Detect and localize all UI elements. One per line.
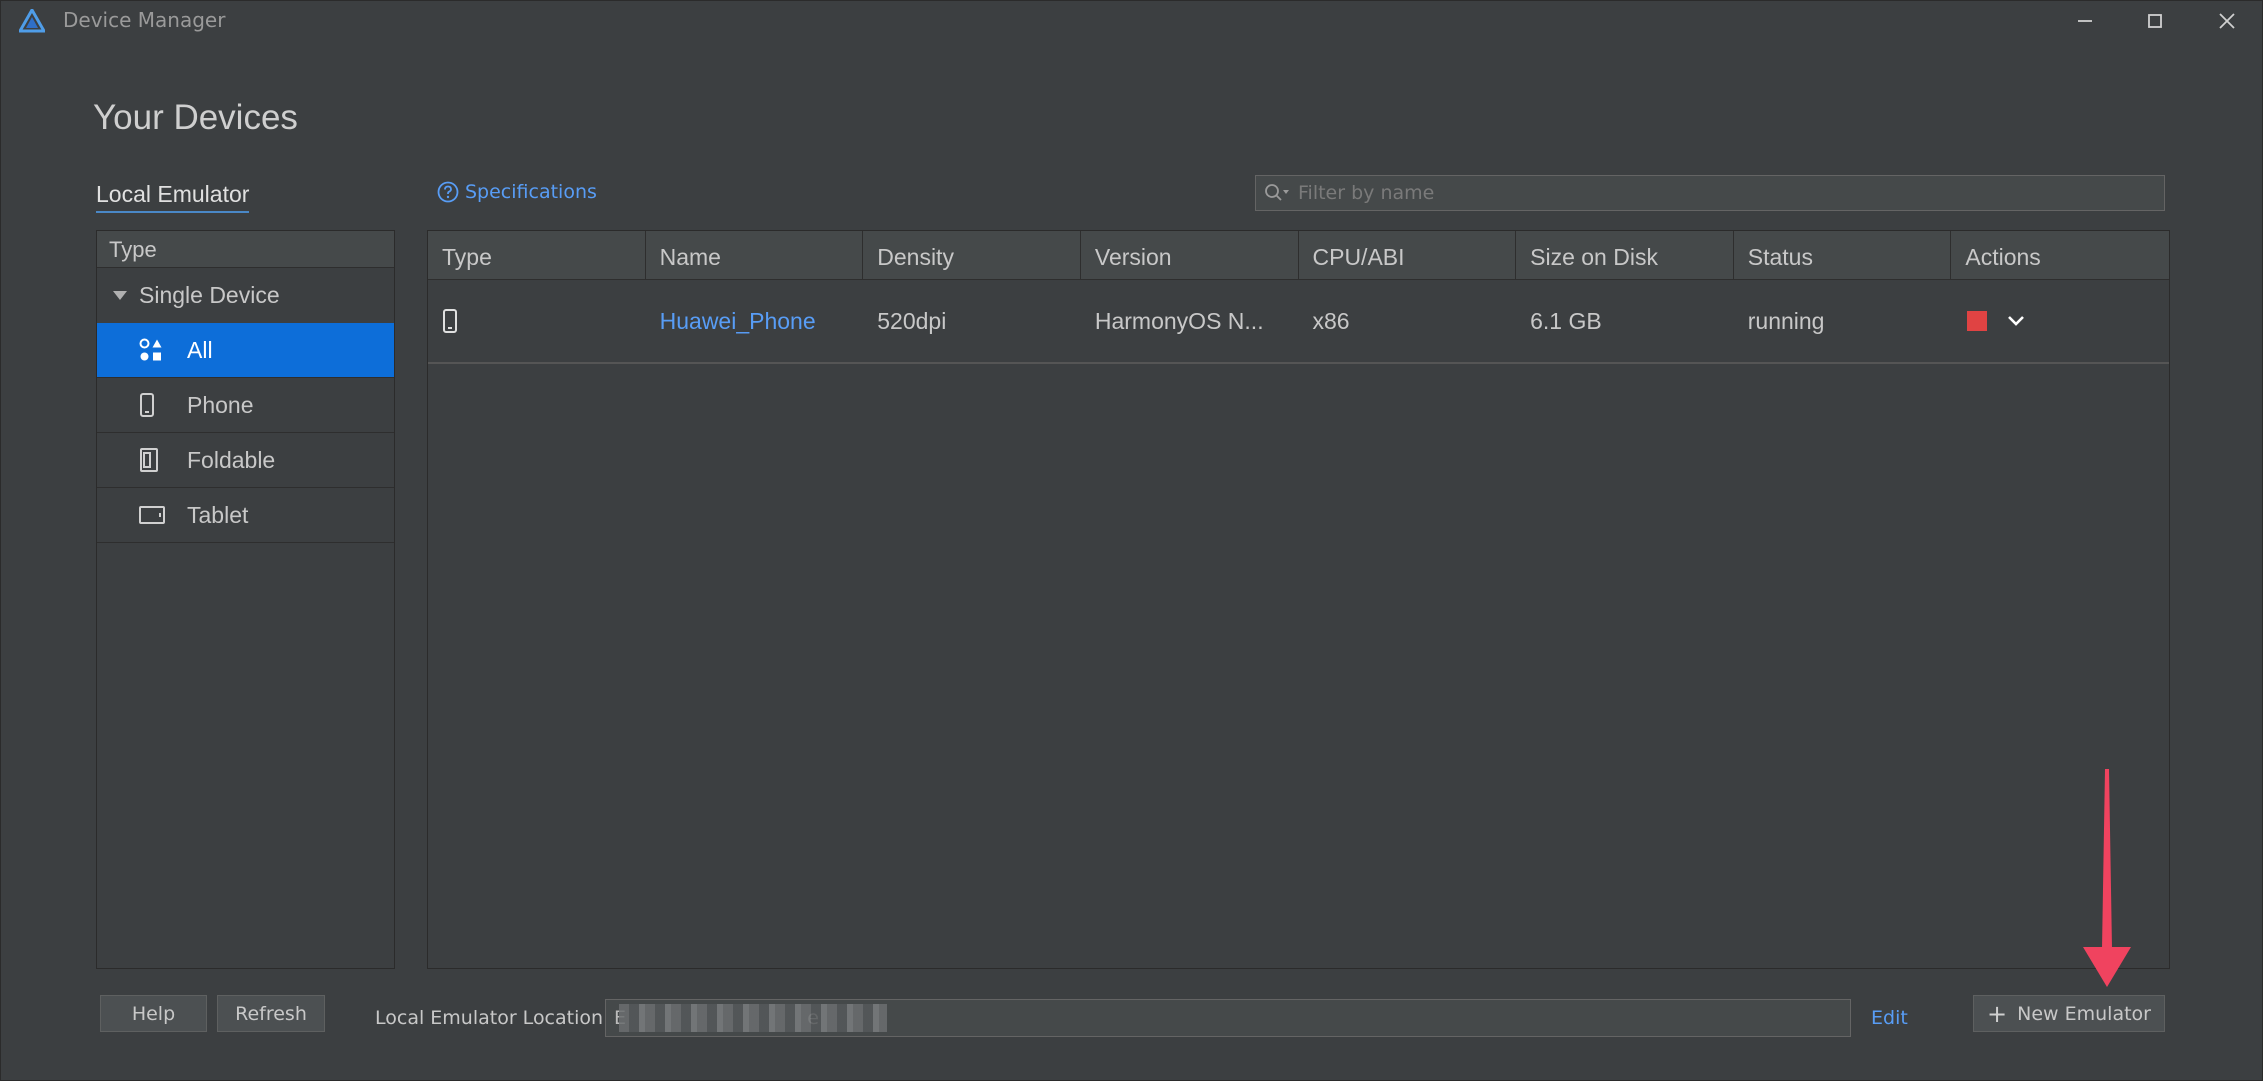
sidebar-item-label: All (187, 336, 213, 363)
emulator-location-label: Local Emulator Location: (375, 1007, 610, 1029)
close-button[interactable] (2193, 1, 2261, 41)
row-type-cell (428, 280, 646, 362)
column-header-size[interactable]: Size on Disk (1516, 231, 1734, 279)
minimize-icon (2078, 20, 2092, 22)
close-icon (2219, 13, 2235, 29)
maximize-button[interactable] (2121, 1, 2189, 41)
sidebar-item-all[interactable]: All (97, 323, 394, 378)
size-cell: 6.1 GB (1530, 307, 1602, 334)
sidebar-item-label: Phone (187, 391, 254, 418)
help-button[interactable]: Help (100, 995, 207, 1032)
new-emulator-button[interactable]: + New Emulator (1973, 995, 2165, 1032)
stop-icon[interactable] (1967, 311, 1988, 331)
sidebar-item-label: Tablet (187, 501, 249, 528)
sidebar-item-tablet[interactable]: Tablet (97, 488, 394, 543)
app-logo-icon (19, 9, 45, 33)
phone-icon (139, 393, 187, 417)
refresh-button[interactable]: Refresh (217, 995, 325, 1032)
help-circle-icon (437, 181, 459, 203)
specifications-label: Specifications (465, 181, 597, 203)
column-header-name[interactable]: Name (646, 231, 864, 279)
density-cell: 520dpi (877, 307, 947, 334)
plus-icon: + (1987, 999, 2008, 1028)
column-header-density[interactable]: Density (863, 231, 1081, 279)
sidebar-item-phone[interactable]: Phone (97, 378, 394, 433)
maximize-icon (2148, 14, 2162, 28)
column-header-type[interactable]: Type (428, 231, 646, 279)
single-device-group[interactable]: Single Device (97, 268, 394, 323)
status-cell: running (1747, 307, 1825, 334)
specifications-link[interactable]: Specifications (437, 181, 597, 203)
type-header: Type (97, 231, 394, 268)
new-emulator-label: New Emulator (2017, 1002, 2151, 1025)
table-row[interactable]: Huawei_Phone 520dpi HarmonyOS N... x86 6… (428, 280, 2169, 364)
column-header-cpu[interactable]: CPU/ABI (1299, 231, 1517, 279)
redacted-path-blur (619, 1004, 887, 1032)
minimize-button[interactable] (2051, 1, 2119, 41)
sidebar-item-label: Foldable (187, 446, 276, 473)
annotation-arrow-icon (2083, 769, 2131, 987)
version-cell: HarmonyOS N... (1094, 307, 1264, 334)
title-bar: Device Manager (1, 1, 2262, 41)
filter-search-box[interactable] (1255, 175, 2165, 211)
search-icon (1265, 184, 1289, 201)
chevron-down-icon[interactable] (2007, 315, 2025, 327)
tab-local-emulator[interactable]: Local Emulator (96, 181, 250, 213)
single-device-label: Single Device (139, 282, 280, 308)
page-title: Your Devices (93, 98, 298, 137)
column-header-actions: Actions (1965, 244, 2041, 270)
actions-cell (1951, 280, 2169, 362)
devices-table: Type Name Density Version CPU/ABI Size o… (427, 230, 2170, 969)
cpu-cell: x86 (1312, 307, 1350, 334)
tablet-icon (139, 506, 187, 524)
phone-icon (443, 309, 457, 333)
foldable-icon (139, 448, 187, 472)
column-header-version[interactable]: Version (1081, 231, 1299, 279)
device-type-panel: Type Single Device All Phone Foldable Ta… (96, 230, 395, 969)
sidebar-item-foldable[interactable]: Foldable (97, 433, 394, 488)
device-manager-window: Device Manager Your Devices Local Emulat… (0, 0, 2263, 1081)
table-header: Type Name Density Version CPU/ABI Size o… (428, 231, 2169, 280)
window-title: Device Manager (63, 8, 226, 32)
edit-location-link[interactable]: Edit (1871, 1007, 1908, 1029)
all-devices-icon (139, 338, 187, 362)
column-header-status[interactable]: Status (1734, 231, 1952, 279)
search-input[interactable] (1298, 182, 2158, 204)
collapse-triangle-icon[interactable] (113, 291, 127, 300)
device-name-link[interactable]: Huawei_Phone (646, 280, 864, 362)
